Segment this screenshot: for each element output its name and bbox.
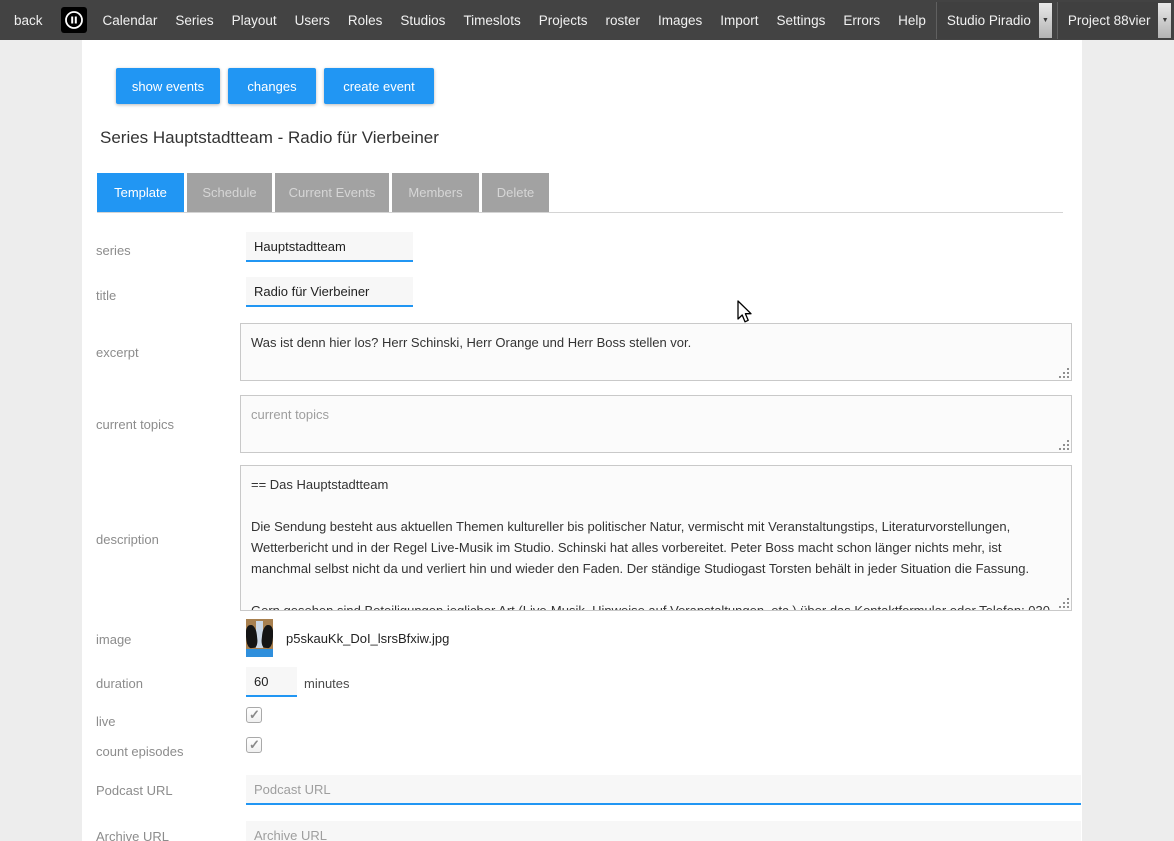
tab-delete[interactable]: Delete	[482, 173, 549, 212]
podcast-url-field-label: Podcast URL	[96, 783, 173, 798]
nav-item-import[interactable]: Import	[720, 13, 758, 28]
changes-button[interactable]: changes	[228, 68, 316, 104]
live-checkbox[interactable]	[246, 707, 262, 723]
nav-item-playout[interactable]: Playout	[232, 13, 277, 28]
description-textarea-wrap: == Das Hauptstadtteam Die Sendung besteh…	[240, 465, 1072, 611]
dropdown-arrow-icon[interactable]	[1158, 3, 1171, 38]
archive-url-field-label: Archive URL	[96, 829, 169, 841]
series-input[interactable]	[246, 232, 413, 262]
tab-template[interactable]: Template	[97, 173, 184, 212]
duration-unit-label: minutes	[304, 676, 350, 691]
duration-input[interactable]	[246, 667, 297, 697]
current-topics-textarea-wrap	[240, 395, 1072, 453]
nav-item-timeslots[interactable]: Timeslots	[463, 13, 520, 28]
nav-item-errors[interactable]: Errors	[843, 13, 880, 28]
current-topics-field-label: current topics	[96, 417, 174, 432]
title-input[interactable]	[246, 277, 413, 307]
nav-item-roster[interactable]: roster	[605, 13, 640, 28]
nav-item-calendar[interactable]: Calendar	[103, 13, 158, 28]
excerpt-field-label: excerpt	[96, 345, 139, 360]
tab-divider-line	[97, 212, 1063, 213]
tab-members[interactable]: Members	[392, 173, 479, 212]
create-event-button[interactable]: create event	[324, 68, 434, 104]
dropdown-arrow-icon[interactable]	[1039, 3, 1052, 38]
studio-select[interactable]: Studio Piradio	[936, 2, 1053, 39]
resize-handle-icon[interactable]	[1067, 448, 1069, 450]
nav-item-images[interactable]: Images	[658, 13, 702, 28]
thumbnail-detail	[261, 624, 273, 648]
resize-handle-icon[interactable]	[1067, 606, 1069, 608]
current-topics-textarea[interactable]	[240, 395, 1072, 453]
duration-field-label: duration	[96, 676, 143, 691]
nav-item-settings[interactable]: Settings	[777, 13, 826, 28]
archive-url-input[interactable]	[246, 821, 1081, 841]
live-field-label: live	[96, 714, 116, 729]
resize-handle-icon[interactable]	[1067, 376, 1069, 378]
nav-item-help[interactable]: Help	[898, 13, 926, 28]
nav-item-studios[interactable]: Studios	[400, 13, 445, 28]
top-navigation-bar: back Calendar Series Playout Users Roles…	[0, 0, 1174, 40]
nav-item-series[interactable]: Series	[175, 13, 213, 28]
excerpt-textarea-wrap: Was ist denn hier los? Herr Schinski, He…	[240, 323, 1072, 381]
nav-item-projects[interactable]: Projects	[539, 13, 588, 28]
tab-schedule[interactable]: Schedule	[187, 173, 272, 212]
main-content-panel: show events changes create event Series …	[82, 40, 1082, 841]
project-select-value: Project 88vier	[1058, 2, 1158, 39]
series-toolbar: show events changes create event	[116, 68, 434, 104]
image-field-label: image	[96, 632, 131, 647]
series-field-label: series	[96, 243, 131, 258]
back-link[interactable]: back	[14, 13, 43, 28]
description-textarea[interactable]: == Das Hauptstadtteam Die Sendung besteh…	[240, 465, 1072, 611]
title-field-label: title	[96, 288, 116, 303]
studio-select-value: Studio Piradio	[937, 2, 1038, 39]
nav-item-users[interactable]: Users	[295, 13, 330, 28]
count-episodes-field-label: count episodes	[96, 744, 183, 759]
series-image-thumbnail[interactable]	[246, 619, 273, 657]
podcast-url-input[interactable]	[246, 775, 1081, 805]
piradio-logo-icon[interactable]	[61, 7, 87, 33]
thumbnail-detail	[246, 649, 273, 657]
description-field-label: description	[96, 532, 159, 547]
image-filename: p5skauKk_DoI_lsrsBfxiw.jpg	[286, 631, 449, 646]
nav-item-roles[interactable]: Roles	[348, 13, 383, 28]
count-episodes-checkbox[interactable]	[246, 737, 262, 753]
tab-bar: Template Schedule Current Events Members…	[97, 173, 549, 212]
excerpt-textarea[interactable]: Was ist denn hier los? Herr Schinski, He…	[240, 323, 1072, 381]
project-select[interactable]: Project 88vier	[1057, 2, 1173, 39]
show-events-button[interactable]: show events	[116, 68, 220, 104]
tab-current-events[interactable]: Current Events	[275, 173, 389, 212]
page-title: Series Hauptstadtteam - Radio für Vierbe…	[100, 128, 439, 148]
